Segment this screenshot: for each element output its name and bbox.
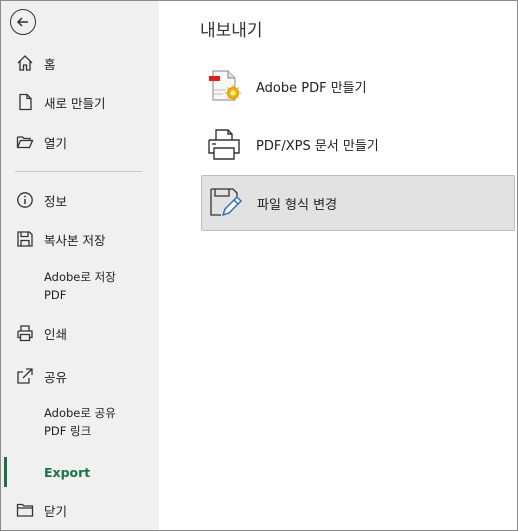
create-pdf-xps-button[interactable]: PDF/XPS 문서 만들기 [201,116,515,172]
nav-save-copy[interactable]: 복사본 저장 [1,224,159,254]
nav-new[interactable]: 새로 만들기 [1,87,159,117]
nav-share[interactable]: 공유 [1,361,159,391]
folder-open-icon [15,132,35,152]
nav-home[interactable]: 홈 [1,48,159,78]
create-adobe-pdf-button[interactable]: Adobe PDF 만들기 [201,58,515,114]
back-button[interactable] [10,9,36,35]
change-file-type-button[interactable]: 파일 형식 변경 [201,175,515,231]
create-adobe-pdf-label: Adobe PDF 만들기 [256,80,367,96]
info-icon [15,190,35,210]
change-file-type-label: 파일 형식 변경 [257,197,338,213]
sidebar-divider [15,171,142,172]
page-title: 내보내기 [200,21,263,41]
nav-adobe-share-pdf-link[interactable]: Adobe로 공유 PDF 링크 [1,405,159,441]
nav-info-label: 정보 [44,193,68,209]
printer-icon [15,323,35,343]
printer-icon [206,126,242,162]
nav-close[interactable]: 닫기 [1,495,159,525]
folder-close-icon [15,500,35,520]
create-pdf-xps-label: PDF/XPS 문서 만들기 [256,138,379,154]
nav-print-label: 인쇄 [44,326,68,342]
nav-adobe-share-line1: Adobe로 공유 [44,406,116,420]
nav-adobe-save-line2: PDF [44,288,67,302]
back-arrow-icon [16,17,28,27]
nav-open-label: 열기 [44,135,68,151]
nav-info[interactable]: 정보 [1,185,159,215]
nav-adobe-save-line1: Adobe로 저장 [44,270,116,284]
nav-save-copy-label: 복사본 저장 [44,232,106,248]
nav-close-label: 닫기 [44,503,68,519]
nav-home-label: 홈 [44,56,56,72]
nav-export-label: Export [44,464,91,480]
home-icon [15,53,35,73]
file-type-edit-icon [207,185,243,221]
backstage-sidebar: 홈 새로 만들기 열기 정보 복사본 저장 Adobe로 저장 PDF 인쇄 공… [1,1,159,530]
save-icon [15,229,35,249]
nav-export[interactable]: Export [1,457,159,487]
nav-share-label: 공유 [44,369,68,385]
nav-print[interactable]: 인쇄 [1,318,159,348]
new-document-icon [15,92,35,112]
nav-new-label: 새로 만들기 [44,95,106,111]
nav-adobe-share-line2: PDF 링크 [44,424,92,438]
share-icon [15,366,35,386]
adobe-pdf-icon [206,68,242,104]
nav-adobe-save-pdf[interactable]: Adobe로 저장 PDF [1,269,159,305]
nav-open[interactable]: 열기 [1,127,159,157]
